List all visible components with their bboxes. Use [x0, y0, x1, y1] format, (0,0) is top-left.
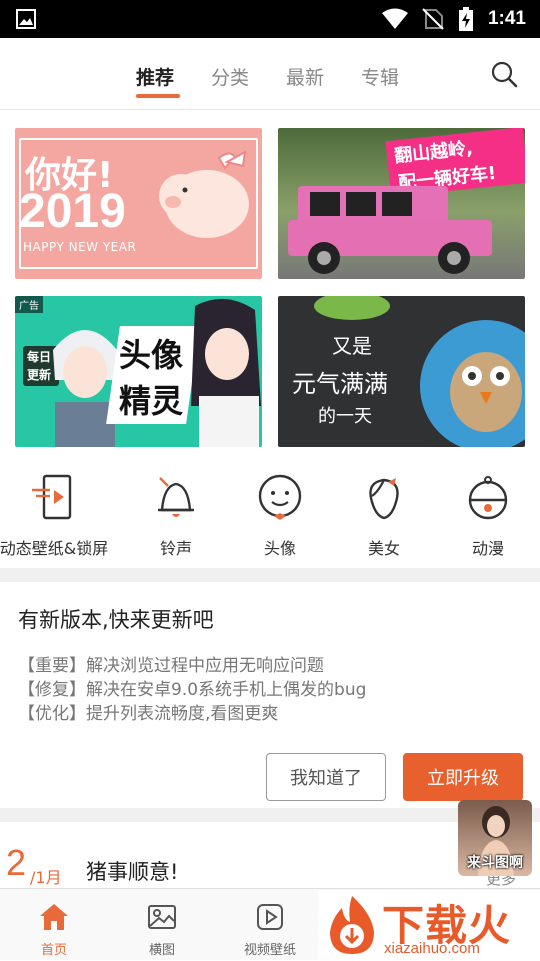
search-icon[interactable]	[490, 60, 518, 88]
shortcut-label: 美女	[367, 539, 400, 558]
tab-recommend[interactable]: 推荐	[136, 63, 174, 90]
update-notes: 【重要】解决浏览过程中应用无响应问题 【修复】解决在安卓9.0系统手机上偶发的b…	[18, 654, 366, 726]
shortcut-avatar[interactable]: 头像	[226, 458, 334, 568]
bottom-nav-home[interactable]: 首页	[0, 889, 108, 961]
banner-energy-line2: 元气满满	[292, 370, 388, 398]
bottom-nav-video-wallpaper[interactable]: 视频壁纸	[216, 889, 324, 961]
tab-albums[interactable]: 专辑	[361, 63, 399, 90]
banner-energy-line1: 又是	[332, 334, 372, 358]
bottom-nav-label: 首页	[40, 943, 67, 958]
section-divider	[0, 568, 540, 582]
anime-icon	[468, 476, 508, 520]
banner-avatar-line1: 头像	[119, 336, 184, 374]
shortcut-label: 铃声	[159, 539, 192, 558]
banner-car[interactable]: 翻山越岭, 配一辆好车!	[278, 128, 525, 279]
ad-tag: 广告	[15, 296, 43, 313]
status-bar: 1:41	[0, 0, 540, 38]
bottom-nav-landscape[interactable]: 横图	[108, 889, 216, 961]
video-icon	[257, 904, 283, 930]
daily-title: 猪事顺意!	[86, 860, 179, 884]
bottom-nav-label: 视频壁纸	[243, 943, 296, 958]
floating-ad[interactable]: 来斗图啊	[458, 800, 532, 876]
tab-latest[interactable]: 最新	[286, 63, 324, 90]
face-icon	[258, 474, 302, 520]
lettuce-illustration	[314, 296, 390, 320]
daily-day: 2	[6, 842, 27, 883]
watermark-overlay: 下载火 xiazaihuo.com	[318, 890, 540, 960]
tab-categories[interactable]: 分类	[211, 63, 249, 90]
banner-new-year[interactable]: 你好! 2019 HAPPY NEW YEAR	[15, 128, 262, 279]
shortcut-row: 动态壁纸&锁屏 铃声 头像 美女 动漫	[0, 458, 540, 568]
shortcut-label: 动态壁纸&锁屏	[0, 539, 109, 558]
upgrade-now-button[interactable]: 立即升级	[403, 753, 523, 801]
update-note-optimize: 【优化】提升列表流畅度,看图更爽	[18, 704, 279, 724]
banner-new-year-subtitle: HAPPY NEW YEAR	[23, 240, 137, 254]
dismiss-update-button[interactable]: 我知道了	[266, 753, 386, 801]
image-icon	[148, 905, 176, 929]
battery-charging-icon	[458, 7, 473, 31]
banner-avatar-line2: 精灵	[119, 382, 184, 420]
banner-avatar-spirit[interactable]: 广告 每日 更新 头像 精灵	[15, 296, 262, 447]
girl-icon	[369, 478, 399, 520]
shortcut-live-wallpaper[interactable]: 动态壁纸&锁屏	[0, 458, 118, 568]
shortcut-label: 动漫	[471, 539, 504, 558]
banner-new-year-year: 2019	[19, 185, 126, 238]
shortcut-anime[interactable]: 动漫	[434, 458, 540, 568]
bell-icon	[158, 477, 194, 517]
pig-illustration	[159, 150, 249, 238]
daily-month: /1月	[30, 868, 62, 887]
home-icon	[40, 904, 68, 930]
suv-illustration	[288, 186, 492, 274]
update-note-fix: 【修复】解决在安卓9.0系统手机上偶发的bug	[18, 680, 367, 700]
flame-logo-icon	[330, 896, 374, 954]
bottom-nav-label: 横图	[148, 943, 175, 958]
gallery-icon	[16, 9, 36, 29]
live-wallpaper-icon	[32, 474, 72, 520]
top-nav: 推荐 分类 最新 专辑	[0, 38, 540, 110]
plate-illustration	[420, 320, 525, 447]
no-sim-icon	[422, 8, 444, 30]
floating-ad-caption: 来斗图啊	[467, 855, 523, 871]
wifi-icon	[381, 8, 408, 29]
anime-girl-illustration	[191, 298, 261, 447]
shortcut-label: 头像	[263, 539, 296, 558]
shortcut-ringtone[interactable]: 铃声	[122, 458, 230, 568]
update-title: 有新版本,快来更新吧	[18, 608, 214, 632]
watermark-url: xiazaihuo.com	[384, 940, 480, 957]
clock: 1:41	[487, 8, 526, 29]
update-card: 有新版本,快来更新吧 【重要】解决浏览过程中应用无响应问题 【修复】解决在安卓9…	[0, 582, 540, 808]
banner-energy-line3: 的一天	[318, 406, 372, 427]
shortcut-beauty[interactable]: 美女	[330, 458, 438, 568]
update-note-important: 【重要】解决浏览过程中应用无响应问题	[18, 656, 324, 676]
active-tab-indicator	[136, 94, 180, 98]
banner-energy-day[interactable]: 又是 元气满满 的一天	[278, 296, 525, 447]
